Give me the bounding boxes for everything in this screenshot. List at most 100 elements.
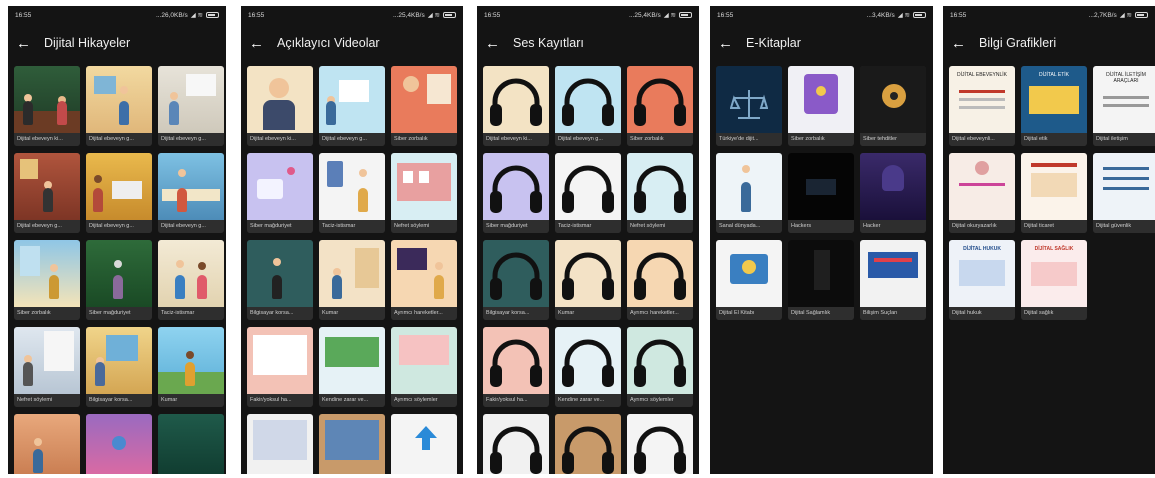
audio-title: Bilgisayar korsa... [483, 307, 549, 320]
infographic-card[interactable]: DİJİTAL SAĞLIK Dijital sağlık [1021, 240, 1087, 320]
screen-ses-kayitlari: 16:55 ...25,4KB/s ◢ ≋ ← Ses Kayıtları Dij… [477, 6, 699, 474]
infographic-card[interactable]: DİJİTAL İLETİŞİM ARAÇLARI Dijital iletişi… [1093, 66, 1155, 146]
signal-icon: ◢ ≋ [1119, 12, 1132, 19]
app-bar: ← Açıklayıcı Videolar [241, 24, 463, 62]
story-thumbnail [86, 414, 152, 474]
signal-icon: ◢ ≋ [190, 12, 203, 19]
video-card[interactable] [247, 414, 313, 474]
app-bar: ← Dijital Hikayeler [8, 24, 226, 62]
story-card[interactable]: Dijital ebeveyn ki... [14, 66, 80, 146]
infographic-card[interactable]: DİJİTAL ETİK Dijital etik [1021, 66, 1087, 146]
infographic-card[interactable]: DİJİTAL HUKUK Dijital hukuk [949, 240, 1015, 320]
page-title: Dijital Hikayeler [44, 36, 131, 50]
video-card[interactable]: Siber mağduriyet [247, 153, 313, 233]
story-card[interactable]: Dijital ebeveyn g... [86, 66, 152, 146]
page-title: Ses Kayıtları [513, 36, 584, 50]
video-thumbnail [247, 240, 313, 307]
video-card[interactable]: Taciz-istismar [319, 153, 385, 233]
ebook-card[interactable]: Siber zorbalık [788, 66, 854, 146]
ebook-card[interactable]: Dijital Sağlamlık [788, 240, 854, 320]
story-card[interactable]: Taciz-istismar [158, 240, 224, 320]
video-card[interactable]: Bilgisayar korsa... [247, 240, 313, 320]
audio-card[interactable]: Kumar [555, 240, 621, 320]
video-card[interactable]: Fakir/yoksul ha... [247, 327, 313, 407]
video-thumbnail [247, 327, 313, 394]
ebook-card[interactable]: Siber tehditler [860, 66, 926, 146]
video-card[interactable]: Ayrımcı hareketler... [391, 240, 457, 320]
story-card[interactable]: Dijital ebeveyn g... [158, 66, 224, 146]
audio-card[interactable] [483, 414, 549, 474]
ebook-card[interactable]: Bilişim Suçları [860, 240, 926, 320]
story-card[interactable]: Siber mağduriyet [86, 240, 152, 320]
story-card[interactable]: Nefret söylemi [14, 327, 80, 407]
audio-card[interactable]: Dijital ebeveyn ki... [483, 66, 549, 146]
audio-card[interactable]: Fakir/yoksul ha... [483, 327, 549, 407]
back-arrow-icon[interactable]: ← [951, 36, 966, 51]
audio-card[interactable]: Taciz-istismar [555, 153, 621, 233]
video-card[interactable]: Ayrımcı söylemler [391, 327, 457, 407]
story-card[interactable]: Bilgisayar korsa... [86, 327, 152, 407]
video-grid: Dijital ebeveyn ki... Dijital ebeveyn g.… [241, 62, 463, 474]
network-speed: ...26,0KB/s [155, 11, 188, 19]
audio-card[interactable]: Siber zorbalık [627, 66, 693, 146]
video-thumbnail [391, 414, 457, 474]
video-title: Kendine zarar ve... [319, 394, 385, 407]
app-bar: ← Bilgi Grafikleri [943, 24, 1155, 62]
story-title: Siber mağduriyet [86, 307, 152, 320]
ebook-card[interactable]: Dijital El Kitabı [716, 240, 782, 320]
ebook-card[interactable]: Hackers [788, 153, 854, 233]
infographic-card[interactable]: Dijital güvenlik [1093, 153, 1155, 233]
video-card[interactable]: Dijital ebeveyn g... [319, 66, 385, 146]
audio-card[interactable]: Kendine zarar ve... [555, 327, 621, 407]
story-card[interactable]: Siber zorbalık [14, 240, 80, 320]
back-arrow-icon[interactable]: ← [16, 36, 31, 51]
audio-thumbnail [627, 240, 693, 307]
story-card[interactable]: Dijital ebeveyn g... [158, 153, 224, 233]
story-thumbnail [158, 240, 224, 307]
video-card[interactable]: Siber zorbalık [391, 66, 457, 146]
back-arrow-icon[interactable]: ← [485, 36, 500, 51]
signal-icon: ◢ ≋ [897, 12, 910, 19]
story-card[interactable] [158, 414, 224, 474]
audio-card[interactable]: Bilgisayar korsa... [483, 240, 549, 320]
infographic-cover: DİJİTAL EBEVEYNLİK [949, 66, 1015, 133]
infographic-card[interactable]: DİJİTAL EBEVEYNLİK Dijital ebeveynli... [949, 66, 1015, 146]
story-card[interactable]: Dijital ebeveyn g... [14, 153, 80, 233]
audio-card[interactable] [627, 414, 693, 474]
story-card[interactable]: Dijital ebeveyn g... [86, 153, 152, 233]
story-card[interactable] [14, 414, 80, 474]
story-title: Dijital ebeveyn g... [86, 220, 152, 233]
ebook-card[interactable]: Türkiye'de dijit... [716, 66, 782, 146]
network-speed: ...25,4KB/s [392, 11, 425, 19]
ebook-cover [788, 240, 854, 307]
audio-card[interactable]: Dijital ebeveyn g... [555, 66, 621, 146]
video-card[interactable] [319, 414, 385, 474]
audio-card[interactable] [555, 414, 621, 474]
video-card[interactable]: Kendine zarar ve... [319, 327, 385, 407]
video-card[interactable] [391, 414, 457, 474]
back-arrow-icon[interactable]: ← [718, 36, 733, 51]
audio-card[interactable]: Ayrımcı hareketler... [627, 240, 693, 320]
video-card[interactable]: Dijital ebeveyn ki... [247, 66, 313, 146]
back-arrow-icon[interactable]: ← [249, 36, 264, 51]
video-title: Ayrımcı söylemler [391, 394, 457, 407]
video-card[interactable]: Kumar [319, 240, 385, 320]
network-speed: ...2,7KB/s [1088, 11, 1117, 19]
audio-card[interactable]: Siber mağduriyet [483, 153, 549, 233]
ebook-card[interactable]: Sanal dünyada... [716, 153, 782, 233]
video-card[interactable]: Nefret söylemi [391, 153, 457, 233]
headphones-icon [562, 426, 614, 474]
story-card[interactable]: Kumar [158, 327, 224, 407]
ebook-title: Bilişim Suçları [860, 307, 926, 320]
story-card[interactable] [86, 414, 152, 474]
scales-icon [730, 90, 768, 119]
ebook-card[interactable]: Hacker [860, 153, 926, 233]
audio-card[interactable]: Ayrımcı söylemler [627, 327, 693, 407]
infographic-card[interactable]: Dijital ticaret [1021, 153, 1087, 233]
infographic-card[interactable]: Dijital okuryazarlık [949, 153, 1015, 233]
story-title: Nefret söylemi [14, 394, 80, 407]
ebook-cover [788, 153, 854, 220]
audio-card[interactable]: Nefret söylemi [627, 153, 693, 233]
story-title: Dijital ebeveyn g... [158, 133, 224, 146]
signal-icon: ◢ ≋ [663, 12, 676, 19]
